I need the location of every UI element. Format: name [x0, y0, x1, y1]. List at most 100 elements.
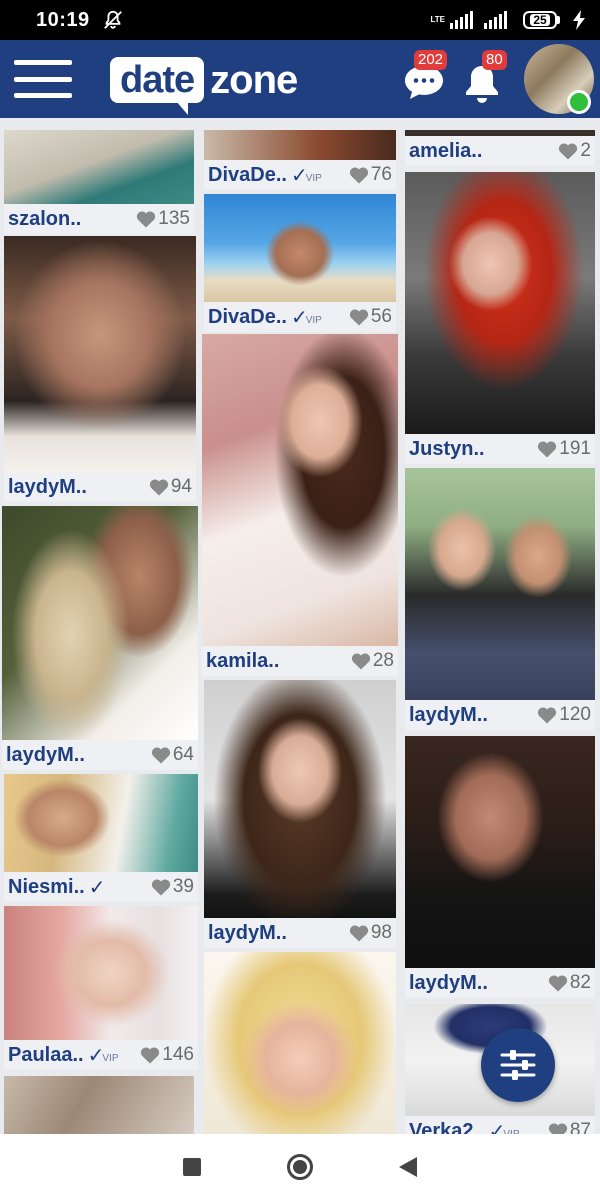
profile-photo	[2, 506, 198, 740]
like-count[interactable]: 146	[140, 1044, 194, 1066]
profile-name: amelia..	[409, 139, 483, 162]
like-count[interactable]: 191	[537, 438, 591, 460]
profile-card[interactable]: Paulaa.. ✓ VIP 146	[4, 906, 198, 1070]
profile-card[interactable]: DivaDe.. ✓ VIP 56	[204, 194, 396, 332]
online-status-dot	[567, 90, 591, 114]
heart-icon	[559, 143, 578, 160]
like-count-value: 76	[370, 164, 392, 185]
profile-card[interactable]: amelia.. 2	[405, 130, 595, 166]
system-nav-bar	[0, 1134, 600, 1200]
profile-name: laydyM..	[409, 971, 488, 994]
profile-card[interactable]	[204, 952, 396, 1134]
like-count-value: 191	[559, 438, 591, 459]
messages-badge: 202	[414, 50, 448, 70]
like-count-value: 135	[158, 208, 190, 229]
notifications-button[interactable]: 80	[462, 50, 507, 104]
profile-name: Justyn..	[409, 437, 485, 460]
app-logo[interactable]: date zone	[110, 54, 298, 115]
heart-icon	[137, 211, 156, 228]
profile-caption: laydyM.. 64	[2, 740, 198, 770]
like-count-value: 120	[559, 704, 591, 725]
logo-date-text: date	[110, 57, 205, 115]
profile-card[interactable]: szalon.. 135	[4, 130, 194, 234]
profile-photo	[405, 172, 595, 434]
profile-name: kamila..	[206, 649, 280, 672]
like-count[interactable]: 76	[349, 164, 392, 186]
profile-name: DivaDe..	[208, 163, 287, 186]
profile-name: laydyM..	[208, 921, 287, 944]
like-count-value: 28	[372, 650, 394, 671]
like-count-value: 2	[580, 140, 591, 161]
profile-card[interactable]	[4, 1076, 194, 1134]
battery-level: 25	[530, 14, 550, 26]
like-count[interactable]: 64	[151, 744, 194, 766]
messages-button[interactable]: 202	[402, 50, 448, 102]
recent-apps-icon[interactable]	[183, 1158, 201, 1176]
profile-photo	[204, 952, 396, 1134]
network-type: LTE	[430, 16, 445, 24]
profile-caption: Paulaa.. ✓ VIP 146	[4, 1040, 198, 1070]
like-count-value: 64	[172, 744, 194, 765]
like-count[interactable]: 28	[351, 650, 394, 672]
profile-card[interactable]: laydyM.. 64	[2, 506, 198, 770]
heart-icon	[538, 707, 557, 724]
like-count[interactable]: 87	[548, 1120, 591, 1134]
heart-icon	[538, 441, 557, 458]
profile-photo	[4, 1076, 194, 1134]
profile-name: Verka2..	[409, 1119, 485, 1135]
profile-caption: laydyM.. 98	[204, 918, 396, 948]
menu-icon[interactable]	[14, 60, 72, 98]
profile-card[interactable]: DivaDe.. ✓ VIP 76	[204, 130, 396, 190]
notifications-muted-icon	[103, 10, 122, 29]
battery-tip	[557, 16, 560, 24]
profile-caption: DivaDe.. ✓ VIP 56	[204, 302, 396, 332]
back-icon[interactable]	[399, 1157, 417, 1177]
heart-icon	[349, 309, 368, 326]
profile-name: szalon..	[8, 207, 82, 230]
profile-caption: Verka2.. ✓ VIP 87	[405, 1116, 595, 1134]
app-screen: 10:19 LTE 25 date zone 202 80 szalon.. 1…	[0, 0, 600, 1200]
profile-photo	[405, 736, 595, 968]
like-count[interactable]: 135	[136, 208, 190, 230]
status-time: 10:19	[36, 8, 90, 31]
profile-card[interactable]: laydyM.. 94	[4, 236, 196, 502]
filter-button[interactable]	[481, 1028, 555, 1102]
profile-card[interactable]: laydyM.. 98	[204, 680, 396, 948]
vip-label: VIP	[305, 315, 322, 326]
home-icon[interactable]	[287, 1154, 313, 1180]
profile-card[interactable]: Niesmi.. ✓ 39	[4, 774, 198, 902]
heart-icon	[151, 747, 170, 764]
like-count[interactable]: 56	[349, 306, 392, 328]
profile-caption: laydyM.. 94	[4, 472, 196, 502]
like-count-value: 56	[370, 306, 392, 327]
profile-caption: Justyn.. 191	[405, 434, 595, 464]
like-count[interactable]: 94	[149, 476, 192, 498]
logo-zone-text: zone	[210, 57, 298, 102]
heart-icon	[351, 653, 370, 670]
profile-card[interactable]: kamila.. 28	[202, 334, 398, 676]
profile-photo	[4, 236, 196, 472]
profile-card[interactable]: Justyn.. 191	[405, 172, 595, 464]
profile-card[interactable]: laydyM.. 120	[405, 468, 595, 730]
battery-icon: 25	[523, 11, 560, 29]
notifications-badge: 80	[482, 50, 507, 70]
like-count[interactable]: 120	[537, 704, 591, 726]
like-count[interactable]: 98	[349, 922, 392, 944]
vip-label: VIP	[102, 1053, 119, 1064]
like-count-value: 39	[172, 876, 194, 897]
heart-icon	[141, 1047, 160, 1064]
profile-photo	[4, 774, 198, 872]
like-count[interactable]: 82	[548, 972, 591, 994]
status-bar: 10:19 LTE 25	[0, 0, 600, 40]
profile-caption: DivaDe.. ✓ VIP 76	[204, 160, 396, 190]
profile-feed[interactable]: szalon.. 135 laydyM.. 94 laydyM.. 64 Nie…	[0, 118, 600, 1134]
profile-card[interactable]: laydyM.. 82	[405, 736, 595, 998]
profile-caption: laydyM.. 120	[405, 700, 595, 730]
like-count[interactable]: 39	[151, 876, 194, 898]
like-count-value: 87	[569, 1120, 591, 1134]
profile-caption: laydyM.. 82	[405, 968, 595, 998]
heart-icon	[149, 479, 168, 496]
battery-body: 25	[523, 11, 557, 29]
like-count[interactable]: 2	[558, 140, 591, 162]
profile-photo	[204, 680, 396, 918]
